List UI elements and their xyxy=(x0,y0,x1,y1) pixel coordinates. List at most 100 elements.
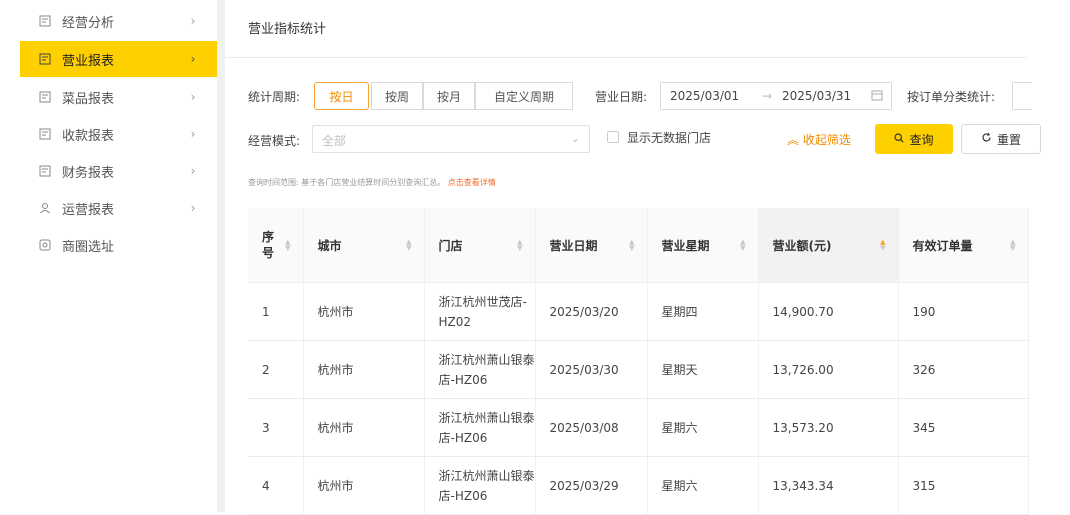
sort-icon: ▲ ▼ xyxy=(406,238,412,252)
column-header-revenue[interactable]: 营业额(元) ▲ ▼ xyxy=(758,208,899,283)
chevron-right-icon: › xyxy=(190,14,196,28)
sidebar-item-dish-report[interactable]: 菜品报表 › xyxy=(20,79,217,115)
report-icon xyxy=(38,90,52,104)
chevron-right-icon: › xyxy=(190,201,196,215)
query-hint: 查询时间范围: 基于各门店营业结算时间分别查询汇总。 点击查看详情 xyxy=(248,177,496,188)
period-option-week[interactable]: 按周 xyxy=(371,82,423,110)
business-mode-select[interactable]: 全部 ⌄ xyxy=(312,125,590,153)
sidebar-item-label: 运营报表 xyxy=(62,202,115,218)
cell-store: 浙江杭州萧山银泰店-HZ06 xyxy=(424,340,536,399)
column-header-city[interactable]: 城市 ▲ ▼ xyxy=(303,208,425,283)
date-end: 2025/03/31 xyxy=(782,89,852,103)
cell-seq: 2 xyxy=(248,340,304,399)
collapse-filter-label: 收起筛选 xyxy=(802,133,851,147)
sort-icon: ▲ ▼ xyxy=(517,238,523,252)
period-option-custom[interactable]: 自定义周期 xyxy=(475,82,573,110)
business-mode-label: 经营模式: xyxy=(248,134,301,148)
main-content: 营业指标统计 统计周期: 按日 按周 按月 自定义周期 营业日期: 2025/0… xyxy=(225,0,1070,515)
column-header-weekday[interactable]: 营业星期 ▲ ▼ xyxy=(647,208,759,283)
cell-seq: 3 xyxy=(248,398,304,457)
cell-city: 杭州市 xyxy=(303,398,425,457)
sidebar-item-label: 菜品报表 xyxy=(62,91,115,107)
business-date-label: 营业日期: xyxy=(595,90,648,104)
date-range-picker[interactable]: 2025/03/01 → 2025/03/31 xyxy=(660,82,892,110)
cell-orders: 190 xyxy=(898,282,1029,341)
business-mode-placeholder: 全部 xyxy=(322,134,347,148)
cell-weekday: 星期四 xyxy=(647,282,759,341)
user-icon xyxy=(38,201,52,215)
sidebar-item-label: 经营分析 xyxy=(62,15,115,31)
sidebar-divider xyxy=(217,0,225,512)
table-row[interactable]: 4 杭州市 浙江杭州萧山银泰店-HZ06 2025/03/29 星期六 13,3… xyxy=(248,456,1029,515)
table-row[interactable]: 2 杭州市 浙江杭州萧山银泰店-HZ06 2025/03/30 星期天 13,7… xyxy=(248,340,1029,399)
sidebar: 经营分析 › 营业报表 › 菜品报表 › 收款报表 › 财务报表 › 运营报表 … xyxy=(0,0,217,512)
cell-orders: 345 xyxy=(898,398,1029,457)
location-icon xyxy=(38,238,52,252)
chevron-right-icon: › xyxy=(190,164,196,178)
show-empty-label[interactable]: 显示无数据门店 xyxy=(627,129,711,146)
period-option-day[interactable]: 按日 xyxy=(314,82,369,110)
sort-icon: ▲ ▼ xyxy=(629,238,635,252)
show-empty-checkbox[interactable] xyxy=(607,131,619,143)
cell-city: 杭州市 xyxy=(303,282,425,341)
cell-city: 杭州市 xyxy=(303,340,425,399)
title-divider xyxy=(225,57,1027,58)
data-table: 序号 ▲ ▼ 城市 ▲ ▼ 门店 ▲ ▼ 营业日期 ▲ ▼ 营业星期 ▲ ▼ 营业额(元) ▲ ▼ 有效… xyxy=(248,208,1029,515)
cell-orders: 315 xyxy=(898,456,1029,515)
sidebar-item-business-analysis[interactable]: 经营分析 › xyxy=(20,3,217,39)
search-icon xyxy=(894,132,905,146)
cell-weekday: 星期六 xyxy=(647,456,759,515)
chevron-right-icon: › xyxy=(190,90,196,104)
report-icon xyxy=(38,52,52,66)
sidebar-item-label: 收款报表 xyxy=(62,128,115,144)
cell-date: 2025/03/20 xyxy=(535,282,648,341)
order-category-select[interactable] xyxy=(1012,82,1032,110)
sidebar-item-operation-report[interactable]: 运营报表 › xyxy=(20,190,217,226)
date-separator: → xyxy=(762,89,773,103)
cell-weekday: 星期天 xyxy=(647,340,759,399)
sidebar-item-business-report[interactable]: 营业报表 › xyxy=(20,41,217,77)
refresh-icon xyxy=(981,132,992,146)
sidebar-item-label: 营业报表 xyxy=(62,53,115,69)
chevron-down-icon: ⌄ xyxy=(570,132,580,145)
chevron-up-double-icon: ︽ xyxy=(787,133,800,147)
cell-date: 2025/03/30 xyxy=(535,340,648,399)
chevron-right-icon: › xyxy=(190,127,196,141)
sidebar-item-payment-report[interactable]: 收款报表 › xyxy=(20,116,217,152)
sort-icon: ▲ ▼ xyxy=(740,238,746,252)
sidebar-item-site-selection[interactable]: 商圈选址 xyxy=(20,227,217,263)
cell-revenue: 13,343.34 xyxy=(758,456,899,515)
page-title: 营业指标统计 xyxy=(248,22,327,37)
collapse-filter-link[interactable]: ︽ 收起筛选 xyxy=(787,131,851,148)
cell-city: 杭州市 xyxy=(303,456,425,515)
query-hint-link[interactable]: 点击查看详情 xyxy=(448,178,496,187)
cell-store: 浙江杭州萧山银泰店-HZ06 xyxy=(424,398,536,457)
cell-weekday: 星期六 xyxy=(647,398,759,457)
cell-seq: 1 xyxy=(248,282,304,341)
calendar-icon xyxy=(871,89,883,104)
cell-date: 2025/03/29 xyxy=(535,456,648,515)
sort-icon: ▲ ▼ xyxy=(880,238,886,252)
chevron-right-icon: › xyxy=(190,52,196,66)
column-header-seq[interactable]: 序号 ▲ ▼ xyxy=(248,208,304,283)
cell-seq: 4 xyxy=(248,456,304,515)
date-start: 2025/03/01 xyxy=(670,89,740,103)
column-header-orders[interactable]: 有效订单量 ▲ ▼ xyxy=(898,208,1029,283)
column-header-date[interactable]: 营业日期 ▲ ▼ xyxy=(535,208,648,283)
table-row[interactable]: 3 杭州市 浙江杭州萧山银泰店-HZ06 2025/03/08 星期六 13,5… xyxy=(248,398,1029,457)
table-row[interactable]: 1 杭州市 浙江杭州世茂店-HZ02 2025/03/20 星期四 14,900… xyxy=(248,282,1029,341)
sidebar-item-label: 财务报表 xyxy=(62,165,115,181)
table-header-row: 序号 ▲ ▼ 城市 ▲ ▼ 门店 ▲ ▼ 营业日期 ▲ ▼ 营业星期 ▲ ▼ 营业额(元) ▲ ▼ 有效… xyxy=(248,208,1029,283)
sidebar-item-finance-report[interactable]: 财务报表 › xyxy=(20,153,217,189)
period-label: 统计周期: xyxy=(248,90,301,104)
period-option-month[interactable]: 按月 xyxy=(423,82,475,110)
cell-store: 浙江杭州世茂店-HZ02 xyxy=(424,282,536,341)
cell-revenue: 13,573.20 xyxy=(758,398,899,457)
query-button[interactable]: 查询 xyxy=(875,124,953,154)
report-icon xyxy=(38,127,52,141)
reset-label: 重置 xyxy=(996,132,1021,147)
order-category-label: 按订单分类统计: xyxy=(907,90,996,104)
cell-date: 2025/03/08 xyxy=(535,398,648,457)
reset-button[interactable]: 重置 xyxy=(961,124,1041,154)
column-header-store[interactable]: 门店 ▲ ▼ xyxy=(424,208,536,283)
